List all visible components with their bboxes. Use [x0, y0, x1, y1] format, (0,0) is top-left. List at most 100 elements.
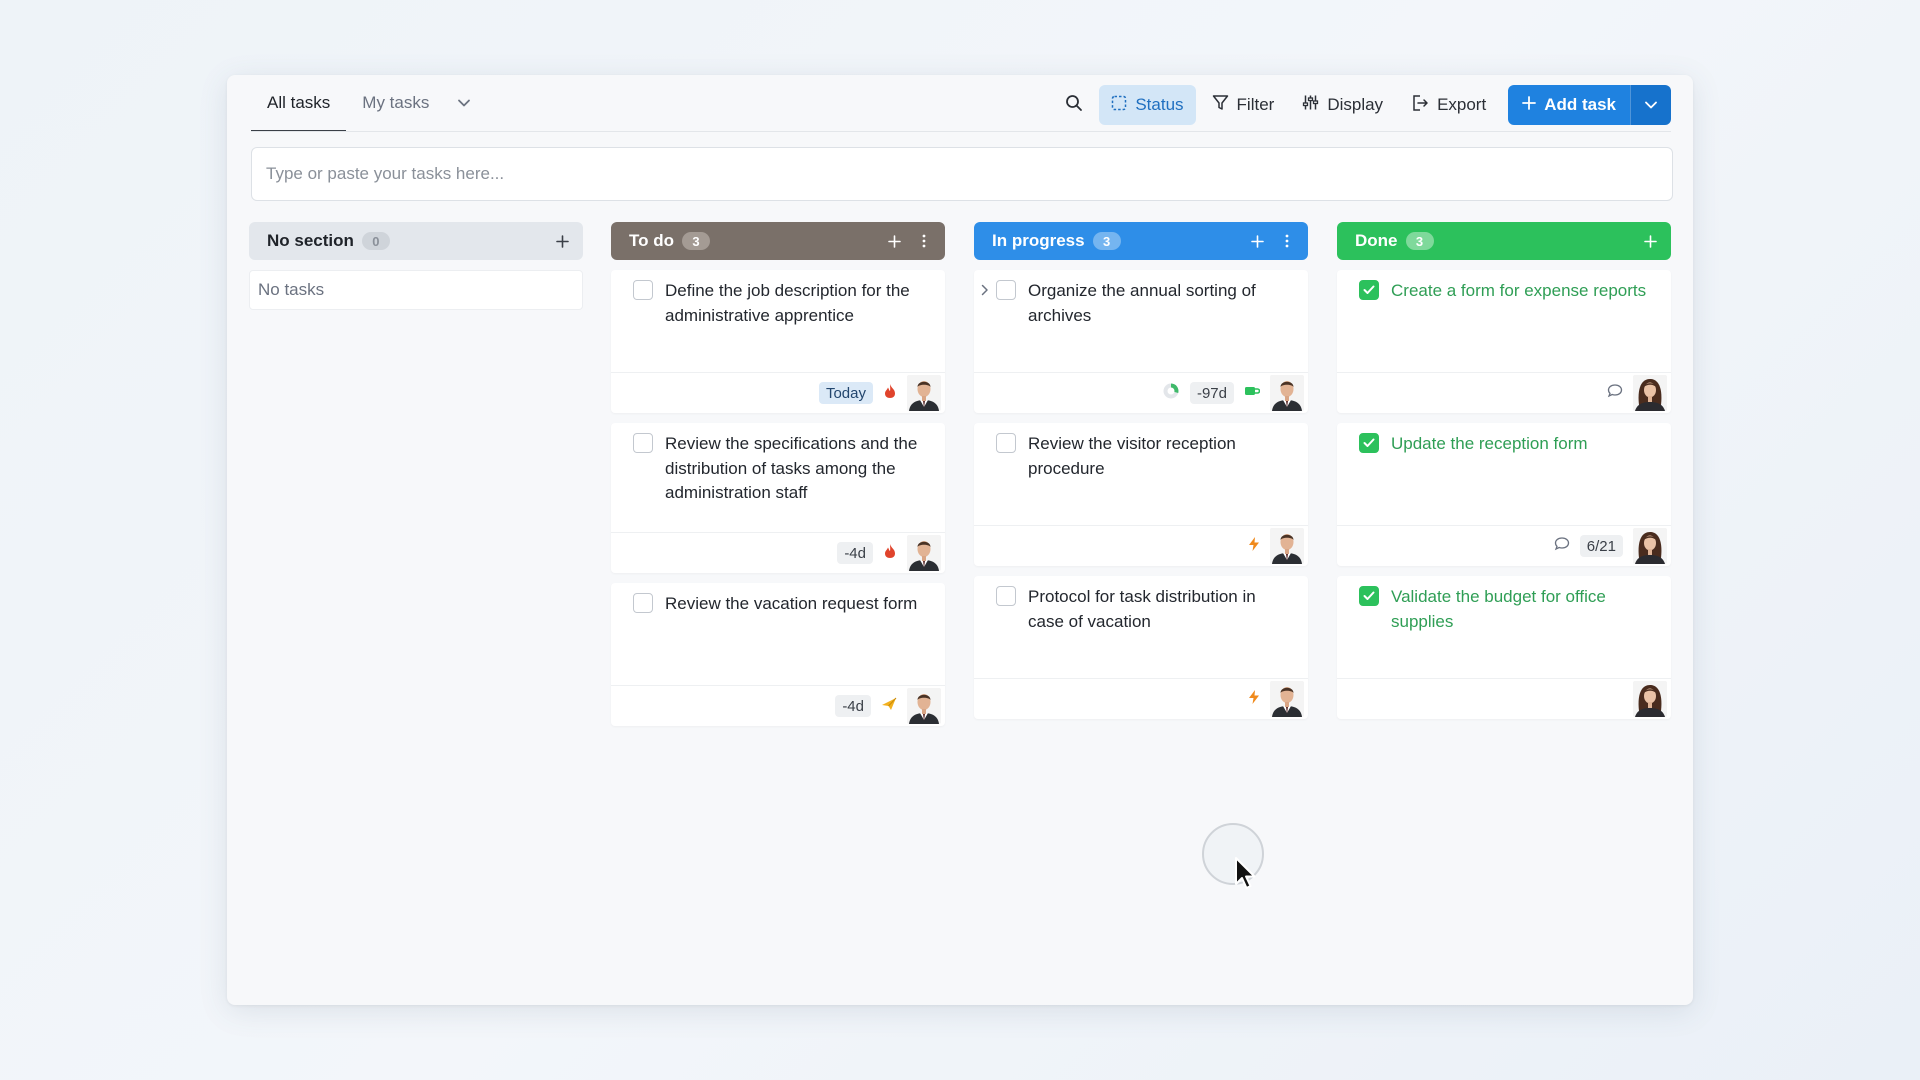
task-checkbox[interactable]: [633, 280, 653, 300]
search-icon: [1065, 94, 1083, 117]
due-date-chip[interactable]: -4d: [837, 542, 873, 564]
assignee-avatar[interactable]: [1270, 528, 1304, 564]
paper-plane-icon[interactable]: [881, 697, 897, 716]
due-date-chip[interactable]: -4d: [835, 695, 871, 717]
column-header-to-do: To do 3: [611, 222, 945, 260]
task-card-footer: [1337, 678, 1671, 719]
task-card-footer: Today: [611, 372, 945, 413]
tabs-more-chevron-down-icon[interactable]: [445, 75, 483, 131]
cup-icon[interactable]: [1244, 384, 1261, 403]
lightning-icon[interactable]: [1248, 536, 1260, 557]
add-to-column-plus-icon[interactable]: [551, 230, 573, 252]
filter-button[interactable]: Filter: [1200, 85, 1287, 125]
quick-add-task-input[interactable]: [251, 147, 1673, 201]
column-title: Done: [1355, 231, 1398, 250]
task-checkbox-checked[interactable]: [1359, 586, 1379, 606]
add-task-options-chevron-down-icon[interactable]: [1630, 85, 1671, 125]
add-to-column-plus-icon[interactable]: [1639, 230, 1661, 252]
lightning-icon[interactable]: [1248, 689, 1260, 710]
task-card-footer: [974, 525, 1308, 566]
task-card-footer: [1337, 372, 1671, 413]
column-count-badge: 3: [1092, 232, 1121, 250]
due-date-chip[interactable]: -97d: [1189, 382, 1234, 404]
task-checkbox[interactable]: [996, 280, 1016, 300]
task-board-window: All tasks My tasks Status Filter Display…: [227, 75, 1693, 1005]
task-card[interactable]: Define the job description for the admin…: [611, 270, 945, 413]
column-title: To do: [629, 231, 674, 250]
task-text-container: Organize the annual sorting of archives: [974, 270, 1308, 328]
toolbar: All tasks My tasks Status Filter Display…: [227, 75, 1693, 132]
filter-funnel-icon: [1212, 94, 1229, 116]
add-to-column-plus-icon[interactable]: [883, 230, 905, 252]
fire-icon[interactable]: [883, 543, 897, 564]
task-title: Validate the budget for office supplies: [1391, 587, 1606, 631]
task-text-container: Define the job description for the admin…: [611, 270, 945, 328]
task-checkbox[interactable]: [633, 593, 653, 613]
task-checkbox[interactable]: [996, 586, 1016, 606]
due-date-chip[interactable]: Today: [818, 382, 873, 404]
column-menu-kebab-icon[interactable]: [913, 230, 935, 252]
display-label: Display: [1327, 95, 1384, 114]
task-title: Define the job description for the admin…: [665, 281, 910, 325]
assignee-avatar[interactable]: [1270, 375, 1304, 411]
add-task-label: Add task: [1544, 95, 1616, 114]
assignee-avatar[interactable]: [1633, 681, 1667, 717]
assignee-avatar[interactable]: [907, 535, 941, 571]
add-to-column-plus-icon[interactable]: [1246, 230, 1268, 252]
task-card[interactable]: Protocol for task distribution in case o…: [974, 576, 1308, 719]
status-label: Status: [1135, 95, 1184, 114]
column-header-done: Done 3: [1337, 222, 1671, 260]
task-checkbox-checked[interactable]: [1359, 433, 1379, 453]
task-text-container: Update the reception form: [1337, 423, 1671, 457]
task-card[interactable]: Create a form for expense reports: [1337, 270, 1671, 413]
task-card[interactable]: Update the reception form 6/21: [1337, 423, 1671, 566]
assignee-avatar[interactable]: [1633, 528, 1667, 564]
toolbar-divider: [251, 131, 1671, 132]
comment-icon[interactable]: [1607, 383, 1623, 403]
task-checkbox-checked[interactable]: [1359, 280, 1379, 300]
column-done: Done 3 Create a form for expense reports: [1337, 222, 1671, 719]
toolbar-actions: Status Filter Display Export Add task: [1053, 85, 1671, 125]
task-text-container: Review the vacation request form: [611, 583, 945, 617]
export-label: Export: [1437, 95, 1487, 114]
task-card-footer: -4d: [611, 685, 945, 726]
subtask-count-chip[interactable]: 6/21: [1579, 535, 1623, 557]
plus-icon: [1522, 95, 1537, 115]
fire-icon[interactable]: [883, 383, 897, 404]
column-title: No section: [267, 231, 354, 250]
assignee-avatar[interactable]: [1270, 681, 1304, 717]
assignee-avatar[interactable]: [907, 375, 941, 411]
task-card[interactable]: Validate the budget for office supplies: [1337, 576, 1671, 719]
task-checkbox[interactable]: [996, 433, 1016, 453]
expand-subtasks-chevron-right-icon[interactable]: [978, 282, 992, 298]
task-card[interactable]: Review the specifications and the distri…: [611, 423, 945, 573]
task-checkbox[interactable]: [633, 433, 653, 453]
sliders-icon: [1302, 94, 1319, 116]
assignee-avatar[interactable]: [907, 688, 941, 724]
dashed-square-icon: [1111, 95, 1127, 116]
task-title: Review the vacation request form: [665, 594, 918, 613]
task-card[interactable]: Review the vacation request form -4d: [611, 583, 945, 726]
assignee-avatar[interactable]: [1633, 375, 1667, 411]
column-count-badge: 0: [361, 232, 390, 250]
task-title: Create a form for expense reports: [1391, 281, 1647, 300]
task-text-container: Protocol for task distribution in case o…: [974, 576, 1308, 634]
tab-all-tasks[interactable]: All tasks: [251, 75, 347, 132]
task-card[interactable]: Organize the annual sorting of archives …: [974, 270, 1308, 413]
add-task-split-button: Add task: [1508, 85, 1671, 125]
task-title: Review the visitor reception procedure: [1028, 434, 1236, 478]
display-button[interactable]: Display: [1290, 85, 1395, 125]
view-tabs: All tasks My tasks: [251, 75, 483, 132]
search-button[interactable]: [1053, 85, 1095, 125]
mouse-cursor-icon: [1234, 856, 1260, 897]
add-task-button[interactable]: Add task: [1508, 85, 1630, 125]
task-text-container: Create a form for expense reports: [1337, 270, 1671, 304]
task-card-footer: 6/21: [1337, 525, 1671, 566]
comment-icon[interactable]: [1554, 536, 1570, 556]
empty-state: No tasks: [249, 270, 583, 310]
column-menu-kebab-icon[interactable]: [1276, 230, 1298, 252]
export-button[interactable]: Export: [1399, 85, 1498, 125]
tab-my-tasks[interactable]: My tasks: [346, 75, 445, 131]
task-card[interactable]: Review the visitor reception procedure: [974, 423, 1308, 566]
status-group-button[interactable]: Status: [1099, 85, 1196, 125]
